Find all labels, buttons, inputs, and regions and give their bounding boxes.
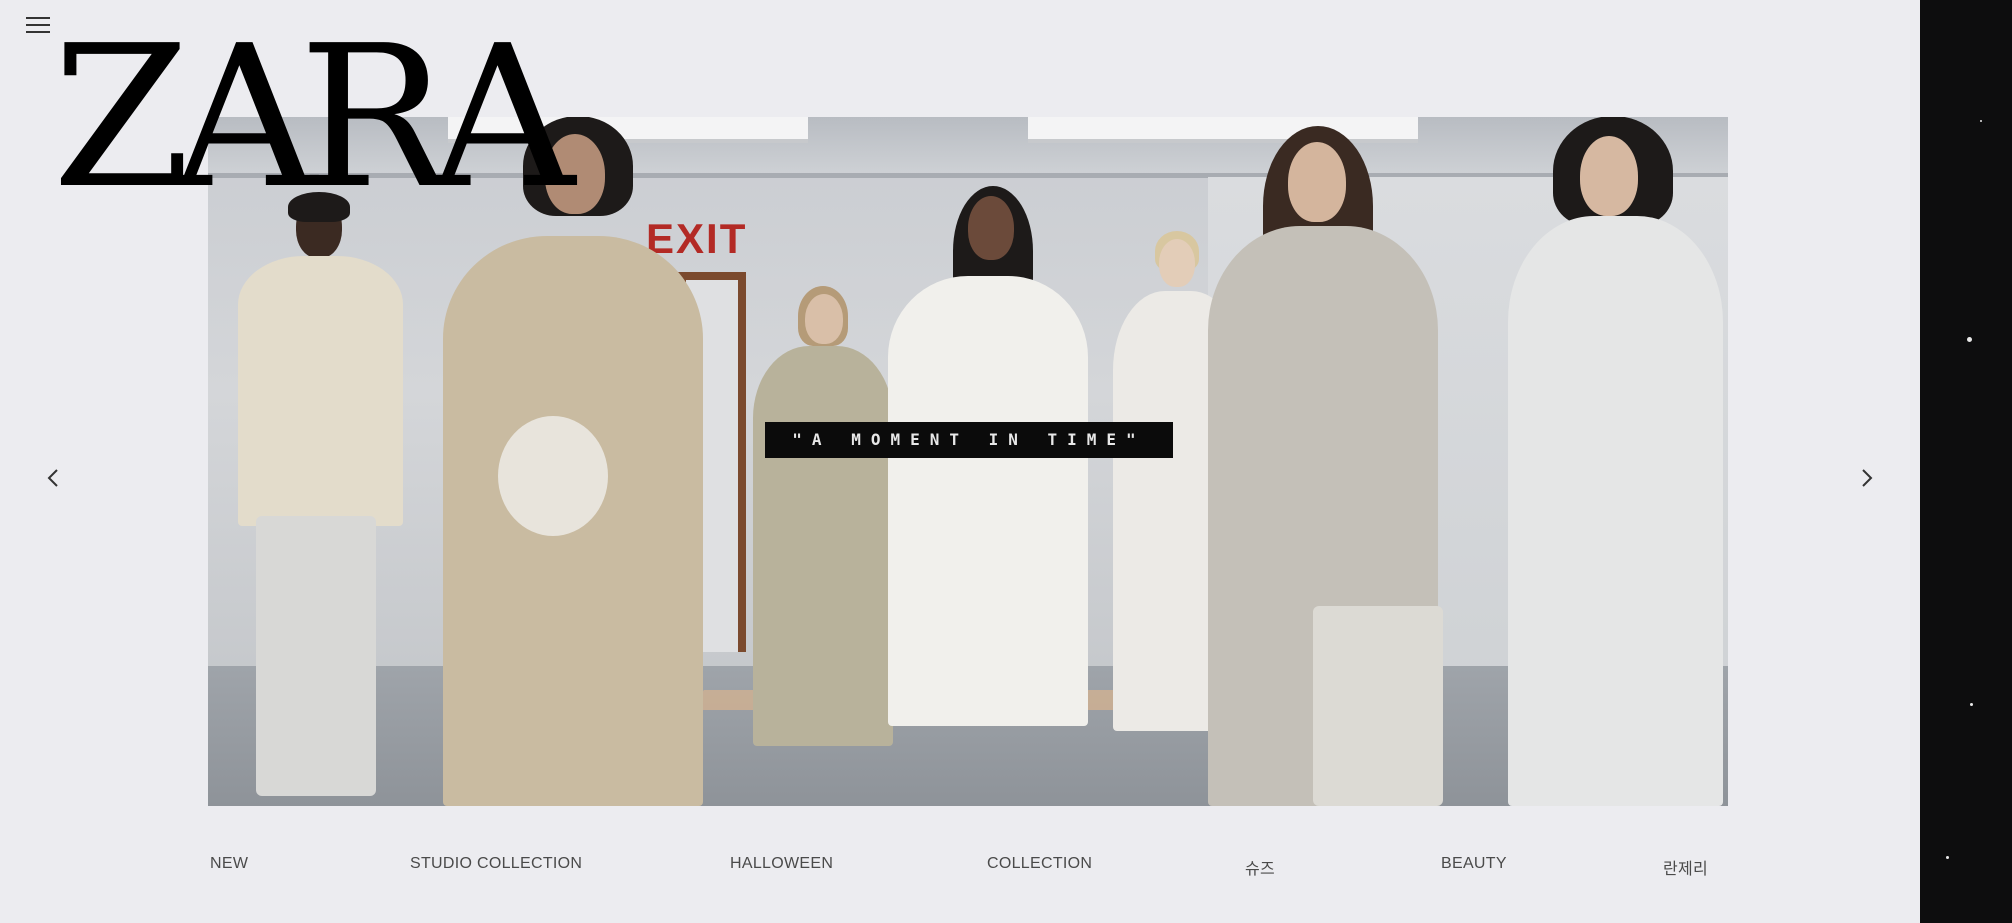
model-figure: [1208, 126, 1443, 806]
zara-logo[interactable]: ZARA: [52, 20, 575, 216]
model-figure: [753, 286, 893, 806]
speck: [1946, 856, 1949, 859]
hero-caption: "A MOMENT IN TIME": [765, 422, 1173, 458]
speck: [1967, 337, 1972, 342]
model-figure: [888, 186, 1098, 806]
chevron-left-icon[interactable]: [40, 464, 68, 492]
chevron-right-icon[interactable]: [1852, 464, 1880, 492]
model-figure: [1508, 117, 1723, 806]
nav-item-new[interactable]: NEW: [210, 855, 248, 873]
side-dark-panel: [1920, 0, 2012, 923]
nav-item-shoes[interactable]: 슈즈: [1245, 855, 1275, 879]
nav-item-halloween[interactable]: HALLOWEEN: [730, 855, 833, 873]
category-nav: NEW STUDIO COLLECTION HALLOWEEN COLLECTI…: [0, 855, 1920, 885]
nav-item-beauty[interactable]: BEAUTY: [1441, 855, 1507, 873]
nav-item-studio-collection[interactable]: STUDIO COLLECTION: [410, 855, 582, 873]
nav-item-lingerie[interactable]: 란제리: [1663, 855, 1708, 879]
speck: [1970, 703, 1973, 706]
nav-item-collection[interactable]: COLLECTION: [987, 855, 1092, 873]
model-figure: [218, 192, 418, 806]
page: ZARA EXIT "A MOMENT IN TIME" NEW STUDIO …: [0, 0, 1920, 923]
speck: [1980, 120, 1982, 122]
hamburger-menu-icon[interactable]: [24, 14, 54, 36]
